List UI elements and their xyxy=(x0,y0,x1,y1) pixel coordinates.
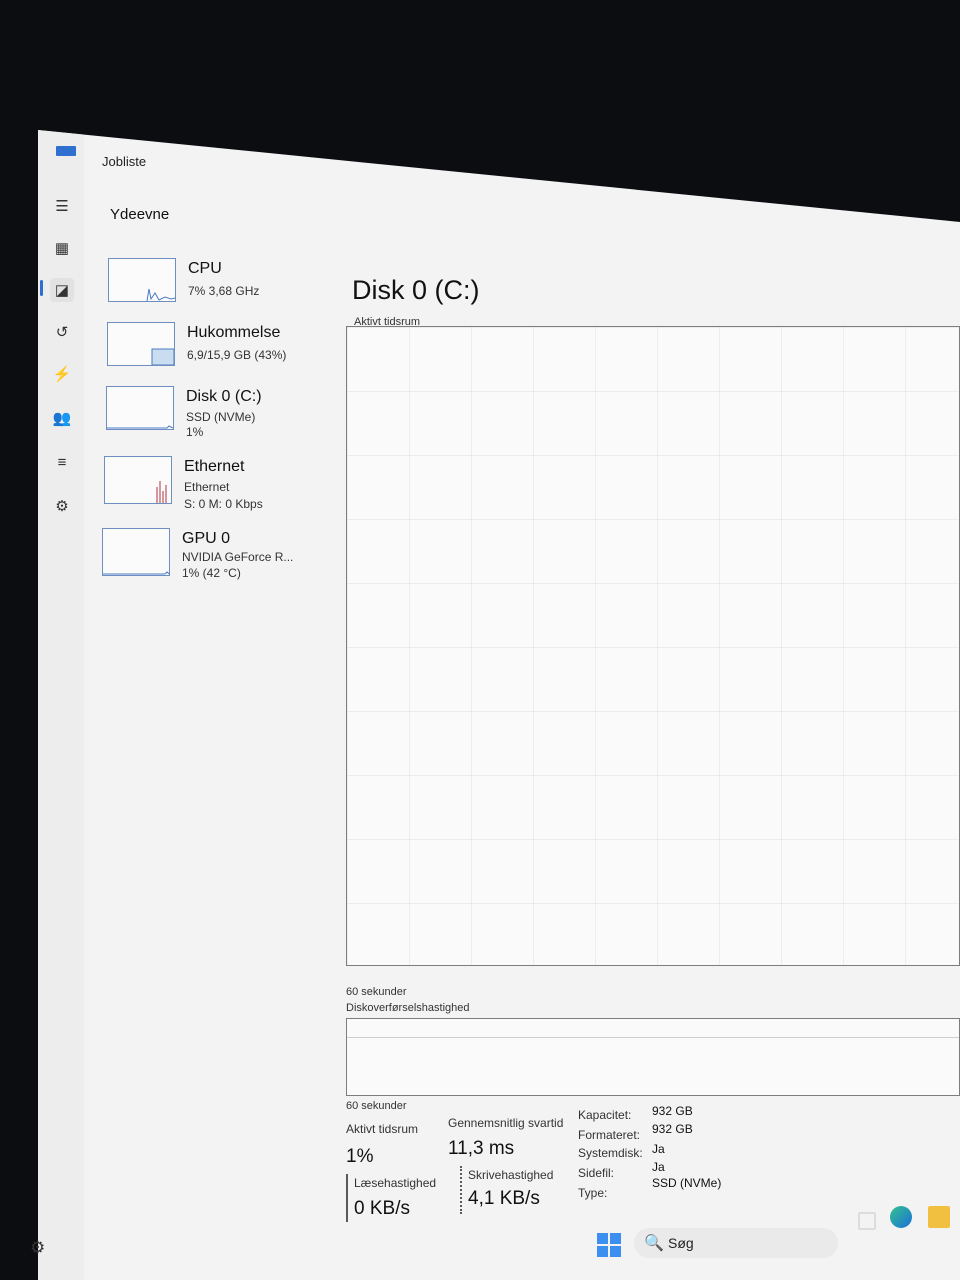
system-disk-value: Ja xyxy=(652,1142,665,1156)
formatted-value: 932 GB xyxy=(652,1122,693,1136)
capacity-value: 932 GB xyxy=(652,1104,693,1118)
transfer-rate-graph xyxy=(346,1018,960,1096)
performance-icon[interactable]: ◪ xyxy=(50,278,74,302)
task-manager-window: ☰ ▦ ◪ ↺ ⚡ 👥 ≡ ⚙ Jobliste Ydeevne CPU 7% … xyxy=(38,130,960,1280)
graph-gridline xyxy=(347,1037,959,1038)
perf-item-type: SSD (NVMe) xyxy=(186,410,256,424)
perf-item-ethernet[interactable]: Ethernet Ethernet S: 0 M: 0 Kbps xyxy=(104,456,324,511)
read-speed-indicator xyxy=(346,1174,348,1222)
disk-detail-title: Disk 0 (C:) xyxy=(352,275,480,305)
settings-gear-icon[interactable]: ⚙ xyxy=(30,1238,45,1258)
cpu-thumbnail-graph xyxy=(108,258,176,302)
memory-thumbnail-graph xyxy=(107,322,175,366)
formatted-label: Formateret: xyxy=(578,1128,641,1142)
capacity-label: Kapacitet: xyxy=(578,1108,632,1122)
search-icon: 🔍 xyxy=(644,1235,664,1252)
gpu-thumbnail-graph xyxy=(102,528,170,576)
perf-item-cpu[interactable]: CPU 7% 3,68 GHz xyxy=(108,258,328,312)
perf-item-title: Ethernet xyxy=(184,458,245,475)
perf-item-title: Hukommelse xyxy=(187,324,281,341)
startup-apps-icon[interactable]: ⚡ xyxy=(50,362,74,386)
perf-item-subtitle: Ethernet xyxy=(184,480,230,494)
page-file-label: Sidefil: xyxy=(578,1166,615,1180)
app-history-icon[interactable]: ↺ xyxy=(50,320,74,344)
perf-item-throughput: S: 0 M: 0 Kbps xyxy=(184,497,263,511)
perf-item-title: GPU 0 xyxy=(182,530,231,547)
read-speed-value: 0 KB/s xyxy=(354,1198,410,1219)
perf-item-memory[interactable]: Hukommelse 6,9/15,9 GB (43%) xyxy=(107,322,327,376)
transfer-rate-graph-label: Diskoverførselshastighed xyxy=(346,1002,470,1014)
perf-item-disk[interactable]: Disk 0 (C:) SSD (NVMe) 1% xyxy=(106,386,326,440)
perf-item-gpu[interactable]: GPU 0 NVIDIA GeForce R... 1% (42 °C) xyxy=(102,528,322,582)
perf-item-title: CPU xyxy=(188,260,222,277)
read-speed-label: Læsehastighed xyxy=(354,1176,437,1190)
page-file-value: Ja xyxy=(652,1160,665,1174)
hamburger-menu-icon[interactable]: ☰ xyxy=(50,194,74,218)
perf-item-detail: 7% 3,68 GHz xyxy=(188,284,260,298)
perf-item-usage: 1% (42 °C) xyxy=(182,566,241,580)
navigation-rail: ☰ ▦ ◪ ↺ ⚡ 👥 ≡ ⚙ xyxy=(38,130,84,1280)
file-explorer-icon[interactable] xyxy=(928,1206,950,1228)
users-icon[interactable]: 👥 xyxy=(50,406,74,430)
disk-detail-pane: Disk 0 (C:) Aktivt tidsrum 60 sekunder D… xyxy=(346,270,960,1270)
task-view-icon[interactable] xyxy=(858,1212,876,1230)
edge-browser-icon[interactable] xyxy=(890,1206,912,1228)
active-time-stat-label: Aktivt tidsrum xyxy=(346,1122,419,1136)
ethernet-thumbnail-graph xyxy=(104,456,172,504)
taskbar-search-box[interactable]: 🔍 Søg xyxy=(634,1228,838,1258)
services-icon[interactable]: ⚙ xyxy=(50,494,74,518)
active-time-stat-value: 1% xyxy=(346,1146,374,1167)
windows-taskbar: 🔍 Søg xyxy=(580,1202,960,1262)
active-nav-indicator xyxy=(40,280,43,296)
disk-type-value: SSD (NVMe) xyxy=(652,1176,722,1190)
write-speed-label: Skrivehastighed xyxy=(468,1168,554,1182)
task-manager-app-icon xyxy=(56,146,76,156)
page-title: Ydeevne xyxy=(110,206,170,223)
active-time-graph xyxy=(346,326,960,966)
avg-response-label: Gennemsnitlig svartid xyxy=(448,1116,564,1130)
avg-response-value: 11,3 ms xyxy=(448,1138,515,1159)
app-title: Jobliste xyxy=(102,154,147,169)
active-time-graph-footer: 60 sekunder xyxy=(346,986,407,998)
write-speed-value: 4,1 KB/s xyxy=(468,1188,540,1209)
perf-item-gpu-name: NVIDIA GeForce R... xyxy=(182,550,294,564)
perf-item-title: Disk 0 (C:) xyxy=(186,388,262,405)
system-disk-label: Systemdisk: xyxy=(578,1146,643,1160)
processes-icon[interactable]: ▦ xyxy=(50,236,74,260)
perf-item-detail: 6,9/15,9 GB (43%) xyxy=(187,348,287,362)
write-speed-indicator xyxy=(460,1166,462,1214)
windows-start-icon[interactable] xyxy=(597,1233,621,1257)
disk-type-label: Type: xyxy=(578,1186,608,1200)
disk-thumbnail-graph xyxy=(106,386,174,430)
transfer-rate-graph-footer: 60 sekunder xyxy=(346,1100,407,1112)
search-placeholder: Søg xyxy=(668,1235,694,1251)
details-icon[interactable]: ≡ xyxy=(50,450,74,474)
perf-item-usage: 1% xyxy=(186,425,204,439)
